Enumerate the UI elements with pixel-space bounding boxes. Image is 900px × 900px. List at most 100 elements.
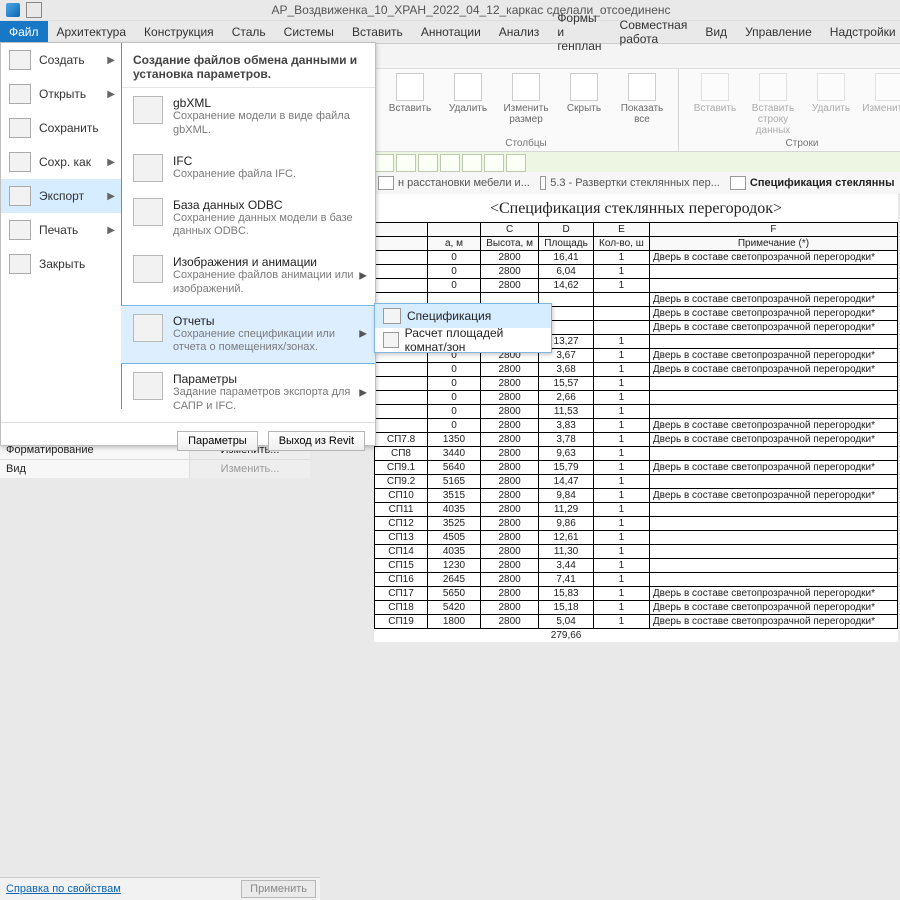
table-row[interactable]: СП12352528009,861 — [375, 517, 898, 531]
table-row[interactable]: СП114035280011,291 — [375, 503, 898, 517]
ribbon-icon — [396, 73, 424, 101]
ribbon-btn[interactable]: Изменить размер — [498, 73, 554, 125]
menu-Вставить[interactable]: Вставить — [343, 21, 412, 43]
table-row[interactable]: СП8344028009,631 — [375, 447, 898, 461]
table-row[interactable]: СП16264528007,411 — [375, 573, 898, 587]
file-menu-item-Сохранить[interactable]: Сохранить — [1, 111, 121, 145]
file-menu-header: Создание файлов обмена данными и установ… — [121, 43, 375, 88]
quick-access-icon[interactable] — [26, 2, 42, 18]
ribbon-btn[interactable]: Вставить строку данных — [745, 73, 801, 136]
table-row[interactable]: СП185420280015,181Дверь в составе светоп… — [375, 601, 898, 615]
export-item-Изображения и анимации[interactable]: Изображения и анимацииСохранение файлов … — [121, 247, 375, 305]
export-item-gbXML[interactable]: gbXMLСохранение модели в виде файла gbXM… — [121, 88, 375, 146]
document-tab[interactable]: н расстановки мебели и... — [378, 176, 530, 190]
properties-help-link[interactable]: Справка по свойствам — [6, 883, 121, 895]
file-menu-icon — [9, 118, 31, 138]
ribbon-btn[interactable]: Изменить р — [861, 73, 900, 114]
file-menu: Создать▶Открыть▶СохранитьСохр. как▶Экспо… — [0, 42, 376, 446]
ribbon-btn[interactable]: Удалить — [803, 73, 859, 114]
menu-Аннотации[interactable]: Аннотации — [412, 21, 490, 43]
tab-icon — [540, 176, 546, 190]
file-menu-item-Экспорт[interactable]: Экспорт▶ — [1, 179, 121, 213]
table-row[interactable]: СП10351528009,841Дверь в составе светопр… — [375, 489, 898, 503]
schedule-table[interactable]: CDEF а, мВысота, мПлощадьКол-во, шПримеч… — [374, 222, 898, 642]
table-row[interactable]: 028002,661 — [375, 391, 898, 405]
table-row[interactable]: 0280016,411Дверь в составе светопрозрачн… — [375, 251, 898, 265]
ribbon-btn[interactable]: Вставить — [687, 73, 743, 114]
ribbon-icon — [759, 73, 787, 101]
table-row[interactable]: 0280011,531 — [375, 405, 898, 419]
ribbon-btn[interactable]: Скрыть — [556, 73, 612, 114]
file-menu-item-Печать[interactable]: Печать▶ — [1, 213, 121, 247]
document-tab[interactable]: Спецификация стеклянны — [730, 176, 895, 190]
table-row[interactable]: 0280015,571 — [375, 377, 898, 391]
ribbon-btn[interactable]: Удалить — [440, 73, 496, 114]
tb-icon[interactable] — [374, 154, 394, 172]
ribbon-btn[interactable]: Показать все — [614, 73, 670, 125]
options-button[interactable]: Параметры — [177, 431, 258, 451]
table-row[interactable]: СП134505280012,611 — [375, 531, 898, 545]
menu-Системы[interactable]: Системы — [275, 21, 343, 43]
tb-icon[interactable] — [462, 154, 482, 172]
menu-Архитектура[interactable]: Архитектура — [48, 21, 136, 43]
menu-Сталь[interactable]: Сталь — [223, 21, 275, 43]
menu-bar: ФайлАрхитектураКонструкцияСтальСистемыВс… — [0, 21, 900, 44]
export-item-База данных ODBC[interactable]: База данных ODBCСохранение данных модели… — [121, 190, 375, 248]
ribbon-icon — [701, 73, 729, 101]
file-menu-icon — [9, 152, 31, 172]
table-row[interactable]: СП15123028003,441 — [375, 559, 898, 573]
file-menu-icon — [9, 50, 31, 70]
export-item-IFC[interactable]: IFCСохранение файла IFC. — [121, 146, 375, 190]
tb-icon[interactable] — [506, 154, 526, 172]
file-menu-item-Создать[interactable]: Создать▶ — [1, 43, 121, 77]
tab-icon — [378, 176, 394, 190]
table-row[interactable]: 028003,681Дверь в составе светопрозрачно… — [375, 363, 898, 377]
table-row[interactable]: 028003,831Дверь в составе светопрозрачно… — [375, 419, 898, 433]
menu-Формы и генплан[interactable]: Формы и генплан — [548, 21, 610, 43]
table-row[interactable]: 0280014,621 — [375, 279, 898, 293]
file-menu-icon — [9, 254, 31, 274]
table-row[interactable]: СП9.25165280014,471 — [375, 475, 898, 489]
menu-Вид[interactable]: Вид — [696, 21, 736, 43]
export-icon — [133, 314, 163, 342]
menu-Совместная работа[interactable]: Совместная работа — [611, 21, 697, 43]
export-item-Параметры[interactable]: ПараметрыЗадание параметров экспорта для… — [121, 364, 375, 422]
ribbon-icon — [875, 73, 900, 101]
ribbon-icon — [454, 73, 482, 101]
property-row[interactable]: ВидИзменить... — [0, 459, 310, 478]
reports-flyout: СпецификацияРасчет площадей комнат/зон — [374, 303, 552, 353]
menu-Конструкция[interactable]: Конструкция — [135, 21, 223, 43]
file-menu-item-Закрыть[interactable]: Закрыть — [1, 247, 121, 281]
table-row[interactable]: 028006,041 — [375, 265, 898, 279]
menu-Файл[interactable]: Файл — [0, 21, 48, 43]
table-row[interactable]: СП144035280011,301 — [375, 545, 898, 559]
ribbon-icon — [628, 73, 656, 101]
menu-Надстройки[interactable]: Надстройки — [821, 21, 900, 43]
menu-Анализ[interactable]: Анализ — [490, 21, 549, 43]
apply-button[interactable]: Применить — [241, 880, 316, 898]
flyout-icon — [383, 332, 399, 348]
tb-icon[interactable] — [418, 154, 438, 172]
file-menu-item-Сохр. как[interactable]: Сохр. как▶ — [1, 145, 121, 179]
table-row[interactable]: СП19180028005,041Дверь в составе светопр… — [375, 615, 898, 629]
exit-revit-button[interactable]: Выход из Revit — [268, 431, 365, 451]
tb-icon[interactable] — [440, 154, 460, 172]
flyout-item[interactable]: Спецификация — [375, 304, 551, 328]
schedule-view: <Спецификация стеклянных перегородок> CD… — [374, 194, 898, 642]
ribbon-btn[interactable]: Вставить — [382, 73, 438, 114]
export-item-Отчеты[interactable]: ОтчетыСохранение спецификации или отчета… — [121, 305, 375, 365]
export-icon — [133, 96, 163, 124]
file-menu-left: Создать▶Открыть▶СохранитьСохр. как▶Экспо… — [1, 43, 122, 409]
tb-icon[interactable] — [484, 154, 504, 172]
document-tab[interactable]: 5.3 - Развертки стеклянных пер... — [540, 176, 720, 190]
file-menu-item-Открыть[interactable]: Открыть▶ — [1, 77, 121, 111]
tab-icon — [730, 176, 746, 190]
menu-Управление[interactable]: Управление — [736, 21, 821, 43]
table-row[interactable]: СП7.8135028003,781Дверь в составе светоп… — [375, 433, 898, 447]
table-row[interactable]: СП9.15640280015,791Дверь в составе свето… — [375, 461, 898, 475]
flyout-item[interactable]: Расчет площадей комнат/зон — [375, 328, 551, 352]
tb-icon[interactable] — [396, 154, 416, 172]
ribbon-icon — [817, 73, 845, 101]
table-row[interactable]: СП175650280015,831Дверь в составе светоп… — [375, 587, 898, 601]
export-icon — [133, 372, 163, 400]
